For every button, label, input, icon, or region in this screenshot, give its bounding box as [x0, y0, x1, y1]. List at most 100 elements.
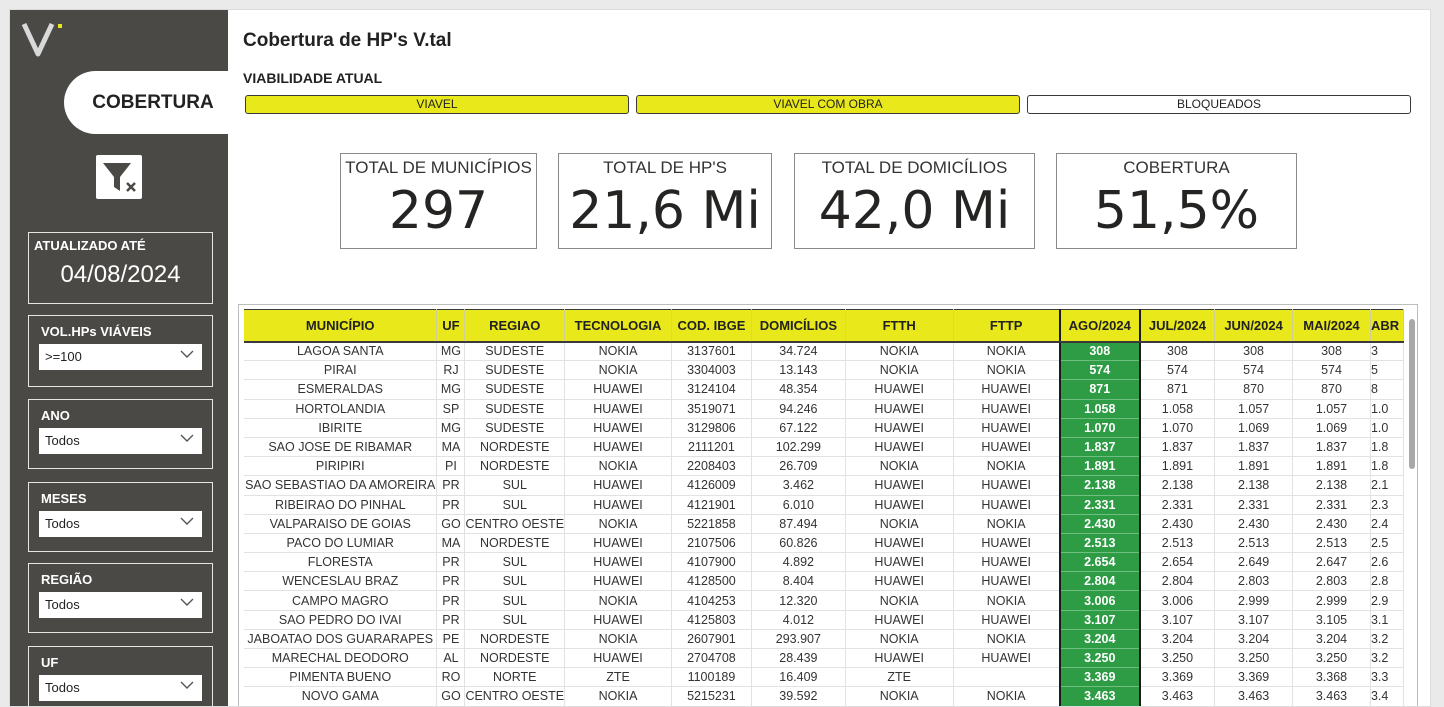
cell-mai-2024: 2.803 [1292, 571, 1371, 592]
cell-uf: MA [436, 533, 466, 554]
col-header-tecnologia[interactable]: TECNOLOGIA [564, 309, 672, 343]
cell-regiao: SUL [464, 590, 566, 611]
cell-jun-2024: 3.107 [1214, 610, 1294, 630]
vol-hps-select[interactable]: >=100 [39, 344, 202, 370]
kpi-total-domicilios: TOTAL DE DOMICÍLIOS 42,0 Mi [794, 153, 1035, 249]
cell-domicilios: 48.354 [751, 379, 846, 400]
cell-cod-ibge: 3124104 [671, 379, 752, 400]
cell-municipio: SAO PEDRO DO IVAI [244, 610, 438, 630]
cell-municipio: VALPARAISO DE GOIAS [244, 514, 438, 534]
cell-jul-2024: 1.058 [1139, 399, 1216, 419]
cell-domicilios: 28.439 [751, 648, 846, 669]
cell-ftth: HUAWEI [845, 437, 954, 458]
col-header-jul-2024[interactable]: JUL/2024 [1139, 309, 1216, 343]
nav-tab-cobertura[interactable]: COBERTURA [64, 71, 234, 134]
bloqueados-button[interactable]: BLOQUEADOS [1027, 95, 1411, 114]
cell-regiao: SUL [464, 495, 566, 515]
table-row: LAGOA SANTA MG SUDESTE NOKIA 3137601 34.724 NO… [244, 341, 1404, 362]
cell-ago-2024: 2.654 [1058, 552, 1141, 573]
table-row: RIBEIRAO DO PINHAL PR SUL HUAWEI 4121901 6.01… [244, 495, 1404, 515]
cell-municipio: IBIRITE [244, 418, 438, 438]
col-header-mai-2024[interactable]: MAI/2024 [1292, 309, 1371, 343]
cell-regiao: NORDESTE [464, 629, 566, 650]
cell-regiao: NORTE [464, 667, 566, 688]
col-header-municipio[interactable]: MUNICÍPIO [244, 309, 438, 343]
coverage-table-viewport[interactable]: MUNICÍPIO UF REGIAO TECNOLOGIA COD. IBGE… [244, 309, 1404, 706]
cell-mai-2024: 3.463 [1292, 686, 1371, 706]
select-value: Todos [45, 516, 80, 531]
col-header-fttp[interactable]: FTTP [953, 309, 1061, 343]
cell-tecnologia: HUAWEI [564, 571, 672, 592]
col-header-jun-2024[interactable]: JUN/2024 [1214, 309, 1294, 343]
filter-ano: ANO Todos [28, 399, 213, 469]
regiao-select[interactable]: Todos [39, 592, 202, 618]
cell-abr: 2.4 [1370, 514, 1404, 534]
cell-jul-2024: 1.837 [1139, 437, 1216, 458]
cell-regiao: NORDESTE [464, 533, 566, 554]
cell-tecnologia: HUAWEI [564, 552, 672, 573]
kpi-value: 297 [388, 181, 489, 241]
col-header-regiao[interactable]: REGIAO [464, 309, 566, 343]
cell-ftth: HUAWEI [845, 495, 954, 515]
cell-ftth: ZTE [845, 667, 954, 688]
cell-ago-2024: 3.250 [1058, 648, 1141, 669]
cell-cod-ibge: 4104253 [671, 590, 752, 611]
cell-ftth: HUAWEI [845, 571, 954, 592]
cell-mai-2024: 3.105 [1292, 610, 1371, 630]
table-row: PACO DO LUMIAR MA NORDESTE HUAWEI 2107506 60.… [244, 533, 1404, 554]
col-header-ftth[interactable]: FTTH [845, 309, 954, 343]
cell-tecnologia: HUAWEI [564, 495, 672, 515]
cell-fttp: HUAWEI [953, 648, 1061, 669]
col-header-uf[interactable]: UF [436, 309, 466, 343]
cell-jul-2024: 3.006 [1139, 590, 1216, 611]
ano-select[interactable]: Todos [39, 428, 202, 454]
clear-filters-button[interactable] [96, 155, 142, 199]
cell-fttp: HUAWEI [953, 399, 1061, 419]
cell-municipio: SAO JOSE DE RIBAMAR [244, 437, 438, 458]
cell-jul-2024: 3.204 [1139, 629, 1216, 650]
clear-filter-icon [103, 163, 136, 192]
kpi-value: 51,5% [1093, 181, 1260, 241]
cell-uf: PR [436, 571, 466, 592]
cell-jul-2024: 2.804 [1139, 571, 1216, 592]
table-row: WENCESLAU BRAZ PR SUL HUAWEI 4128500 8.404 HUA… [244, 571, 1404, 592]
cell-mai-2024: 2.513 [1292, 533, 1371, 554]
col-header-cod-ibge[interactable]: COD. IBGE [671, 309, 752, 343]
cell-jun-2024: 2.138 [1214, 475, 1294, 496]
cell-regiao: SUDESTE [464, 379, 566, 400]
viavel-button[interactable]: VIAVEL [245, 95, 629, 114]
cell-jul-2024: 2.331 [1139, 495, 1216, 515]
col-header-domicilios[interactable]: DOMICÍLIOS [751, 309, 846, 343]
viavel-com-obra-button[interactable]: VIAVEL COM OBRA [636, 95, 1020, 114]
cell-municipio: PIRAI [244, 360, 438, 381]
cell-fttp: HUAWEI [953, 418, 1061, 438]
col-header-abr[interactable]: ABR [1370, 309, 1404, 343]
cell-tecnologia: HUAWEI [564, 475, 672, 496]
cell-municipio: PIRIPIRI [244, 456, 438, 477]
updated-label: ATUALIZADO ATÉ [34, 238, 146, 253]
cell-tecnologia: NOKIA [564, 341, 672, 362]
cell-jun-2024: 2.430 [1214, 514, 1294, 534]
cell-jun-2024: 3.463 [1214, 686, 1294, 706]
cell-abr: 1.8 [1370, 437, 1404, 458]
meses-select[interactable]: Todos [39, 511, 202, 537]
cell-jul-2024: 2.654 [1139, 552, 1216, 573]
cell-cod-ibge: 3304003 [671, 360, 752, 381]
table-scrollbar[interactable] [1409, 319, 1415, 469]
updated-date: 04/08/2024 [60, 261, 181, 288]
chevron-down-icon [180, 347, 194, 364]
select-value: Todos [45, 597, 80, 612]
cell-ago-2024: 2.513 [1058, 533, 1141, 554]
cell-uf: MA [436, 437, 466, 458]
uf-select[interactable]: Todos [39, 675, 202, 701]
cell-uf: PI [436, 456, 466, 477]
cell-ago-2024: 2.138 [1058, 475, 1141, 496]
cell-ago-2024: 308 [1058, 341, 1141, 362]
cell-abr: 2.6 [1370, 552, 1404, 573]
cell-ftth: NOKIA [845, 360, 954, 381]
col-header-ago-2024[interactable]: AGO/2024 [1058, 309, 1141, 343]
cell-jul-2024: 3.463 [1139, 686, 1216, 706]
cell-tecnologia: NOKIA [564, 629, 672, 650]
filter-label: REGIÃO [41, 572, 93, 587]
kpi-value: 21,6 Mi [569, 181, 761, 241]
